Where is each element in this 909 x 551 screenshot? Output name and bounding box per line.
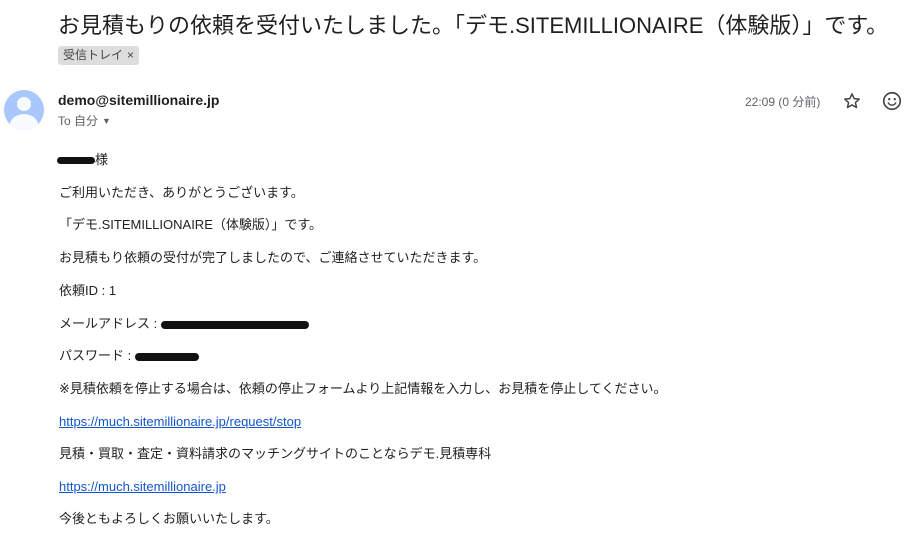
emoji-icon[interactable] — [881, 90, 903, 112]
closing-line: 今後ともよろしくお願いいたします。 — [59, 511, 279, 526]
mail-address-line: メールアドレス : — [59, 316, 309, 332]
tagline: 見積・買取・査定・資料請求のマッチングサイトのことならデモ.見積専科 — [59, 446, 492, 461]
label-chip-text: 受信トレイ — [63, 48, 124, 62]
greeting-line: 様 — [57, 152, 109, 168]
redacted-email[interactable] — [160, 320, 309, 329]
redacted-password — [134, 352, 199, 361]
chevron-down-icon[interactable]: ▼ — [102, 116, 111, 126]
redacted-name — [57, 157, 95, 165]
password-line: パスワード : — [59, 348, 199, 364]
mail-label: メールアドレス : — [59, 316, 161, 331]
stop-link[interactable]: https://much.sitemillionaire.jp/request/… — [59, 414, 301, 430]
body-line-1: ご利用いただき、ありがとうございます。 — [59, 185, 304, 200]
password-label: パスワード : — [59, 348, 135, 363]
sender-email[interactable]: demo@sitemillionaire.jp — [58, 92, 219, 108]
close-icon[interactable]: × — [127, 46, 134, 65]
label-chip-inbox[interactable]: 受信トレイ × — [58, 46, 140, 65]
body-line-3: お見積もり依頼の受付が完了しましたので、ご連絡させていただきます。 — [59, 250, 487, 265]
body-line-2: 「デモ.SITEMILLIONAIRE（体験版）」です。 — [59, 217, 323, 232]
recipient-info[interactable]: To 自分 ▼ — [58, 112, 111, 129]
avatar[interactable] — [4, 90, 44, 130]
recipient-label: To 自分 — [58, 114, 99, 128]
email-subject: お見積もりの依頼を受付いたしました。「デモ.SITEMILLIONAIRE（体験… — [58, 13, 889, 38]
star-icon[interactable] — [842, 91, 862, 111]
site-link[interactable]: https://much.sitemillionaire.jp — [59, 479, 226, 495]
request-id: 依頼ID : 1 — [59, 283, 117, 298]
stop-notice: ※見積依頼を停止する場合は、依頼の停止フォームより上記情報を入力し、お見積を停止… — [59, 381, 667, 396]
timestamp: 22:09 (0 分前) — [745, 95, 821, 109]
greeting-suffix: 様 — [95, 152, 109, 167]
